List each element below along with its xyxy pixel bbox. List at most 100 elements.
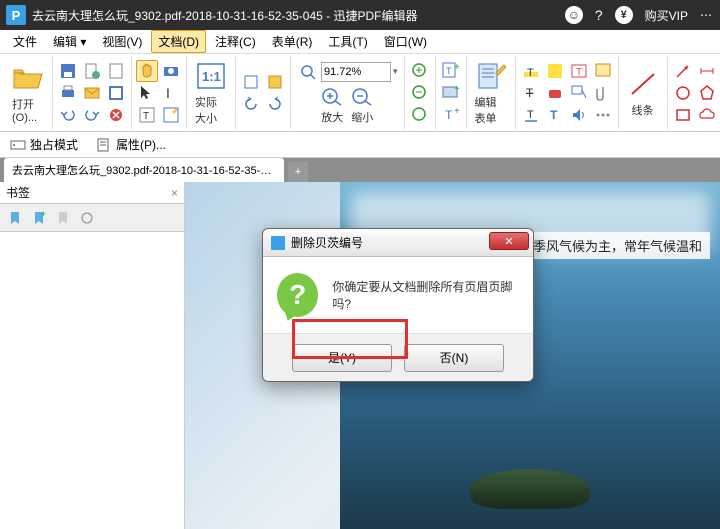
svg-text:T: T: [143, 111, 149, 122]
snapshot-icon[interactable]: [160, 60, 182, 82]
exclusive-mode-button[interactable]: 独占模式: [6, 134, 82, 155]
bookmark-add-icon[interactable]: [4, 207, 26, 229]
fit-page-icon[interactable]: [240, 71, 262, 93]
scan-icon[interactable]: [105, 82, 127, 104]
window-controls-icon[interactable]: ⋯: [700, 8, 714, 22]
menu-tools[interactable]: 工具(T): [321, 30, 374, 53]
zoom-minus-icon[interactable]: [409, 82, 431, 104]
dialog-close-button[interactable]: ✕: [489, 232, 529, 250]
sound-icon[interactable]: [568, 104, 590, 126]
underline-icon[interactable]: T: [520, 104, 542, 126]
stamp-icon[interactable]: [544, 82, 566, 104]
app-logo: P: [6, 5, 26, 25]
document-text: 原季风气候为主，常年气候温和: [512, 232, 710, 259]
add-shape-icon[interactable]: T+: [440, 104, 462, 126]
window-title: 去云南大理怎么玩_9302.pdf-2018-10-31-16-52-35-04…: [32, 7, 565, 24]
highlight-yellow[interactable]: [544, 60, 566, 82]
user-icon[interactable]: ☺: [565, 6, 583, 24]
menu-document[interactable]: 文档(D): [151, 30, 206, 53]
fit-width-icon[interactable]: [264, 71, 286, 93]
line-tool-button[interactable]: 线条: [623, 66, 663, 120]
tabbar: 去云南大理怎么玩_9302.pdf-2018-10-31-16-52-35-… …: [0, 158, 720, 182]
close-doc-icon[interactable]: [105, 104, 127, 126]
svg-text:+: +: [41, 210, 46, 219]
question-icon: ?: [277, 273, 318, 317]
svg-text:T: T: [446, 66, 452, 76]
cloud-icon[interactable]: [696, 104, 718, 126]
rect-icon[interactable]: [672, 104, 694, 126]
zoom-plus-icon[interactable]: [409, 60, 431, 82]
menu-comment[interactable]: 注释(C): [208, 30, 263, 53]
new-doc-icon[interactable]: [81, 60, 103, 82]
text-box-icon[interactable]: T: [568, 60, 590, 82]
dimension-icon[interactable]: [696, 60, 718, 82]
bookmarks-panel: 书签 × +: [0, 182, 185, 529]
help-icon[interactable]: ?: [595, 7, 603, 23]
print-icon[interactable]: [57, 82, 79, 104]
rotate-right-icon[interactable]: [264, 93, 286, 115]
note-icon[interactable]: [592, 60, 614, 82]
circle-icon[interactable]: [672, 82, 694, 104]
blank-doc-icon[interactable]: [105, 60, 127, 82]
edit-text-icon[interactable]: T: [136, 104, 158, 126]
zoom-in-button[interactable]: 放大: [321, 87, 343, 125]
add-image-icon[interactable]: +: [440, 82, 462, 104]
rotate-left-icon[interactable]: [240, 93, 262, 115]
strike-icon[interactable]: T: [520, 82, 542, 104]
bookmark-add2-icon[interactable]: +: [28, 207, 50, 229]
menu-form[interactable]: 表单(R): [265, 30, 320, 53]
bookmark-opts-icon[interactable]: [76, 207, 98, 229]
toolbar: 打开(O)... I T: [0, 54, 720, 132]
document-tab[interactable]: 去云南大理怎么玩_9302.pdf-2018-10-31-16-52-35-… …: [4, 158, 284, 182]
add-text-icon[interactable]: T+: [440, 60, 462, 82]
second-toolbar: 独占模式 属性(P)...: [0, 132, 720, 158]
arrow-icon[interactable]: [672, 60, 694, 82]
actual-size-button[interactable]: 1:1 实际大小: [191, 58, 231, 128]
buy-vip-link[interactable]: 购买VIP: [645, 7, 688, 24]
hand-tool-icon[interactable]: [136, 60, 158, 82]
bookmarks-title: 书签: [6, 184, 30, 201]
open-button[interactable]: 打开(O)...: [8, 60, 48, 126]
pentagon-icon[interactable]: [696, 82, 718, 104]
menu-edit[interactable]: 编辑 ▾: [46, 30, 93, 53]
loupe-icon[interactable]: [409, 104, 431, 126]
svg-text:T: T: [550, 108, 558, 122]
dialog-titlebar[interactable]: 删除贝茨编号 ✕: [263, 229, 533, 257]
menubar: 文件 编辑 ▾ 视图(V) 文档(D) 注释(C) 表单(R) 工具(T) 窗口…: [0, 30, 720, 54]
more-annot-icon[interactable]: [592, 104, 614, 126]
callout-icon[interactable]: [568, 82, 590, 104]
properties-button[interactable]: 属性(P)...: [92, 134, 170, 155]
confirm-dialog: 删除贝茨编号 ✕ ? 你确定要从文档删除所有页眉页脚吗? 是(Y) 否(N): [262, 228, 534, 382]
dialog-app-icon: [271, 236, 285, 250]
menu-file[interactable]: 文件: [6, 30, 44, 53]
dialog-message: 你确定要从文档删除所有页眉页脚吗?: [332, 278, 519, 312]
zoom-out-button[interactable]: 缩小: [351, 87, 373, 125]
zoom-combo[interactable]: [321, 62, 391, 82]
text-select-icon[interactable]: I: [160, 82, 182, 104]
edit-object-icon[interactable]: [160, 104, 182, 126]
edit-form-button[interactable]: 编辑表单: [471, 58, 511, 128]
menu-window[interactable]: 窗口(W): [377, 30, 434, 53]
panel-close-icon[interactable]: ×: [171, 186, 178, 200]
svg-text:T: T: [576, 67, 582, 78]
select-tool-icon[interactable]: [136, 82, 158, 104]
menu-view[interactable]: 视图(V): [95, 30, 149, 53]
redo-icon[interactable]: [81, 104, 103, 126]
undo-icon[interactable]: [57, 104, 79, 126]
svg-text:+: +: [454, 84, 460, 95]
bookmark-del-icon[interactable]: [52, 207, 74, 229]
attach-icon[interactable]: [592, 82, 614, 104]
save-icon[interactable]: [57, 60, 79, 82]
zoom-area-icon[interactable]: [297, 61, 319, 83]
svg-text:I: I: [166, 85, 170, 101]
typewriter-icon[interactable]: T: [544, 104, 566, 126]
email-icon[interactable]: [81, 82, 103, 104]
dialog-title: 删除贝茨编号: [291, 234, 363, 251]
no-button[interactable]: 否(N): [404, 344, 504, 372]
new-tab-button[interactable]: +: [288, 162, 308, 182]
currency-icon[interactable]: ¥: [615, 6, 633, 24]
titlebar: P 去云南大理怎么玩_9302.pdf-2018-10-31-16-52-35-…: [0, 0, 720, 30]
yes-button[interactable]: 是(Y): [292, 344, 392, 372]
highlight-icon[interactable]: T: [520, 60, 542, 82]
svg-text:T: T: [445, 108, 453, 122]
